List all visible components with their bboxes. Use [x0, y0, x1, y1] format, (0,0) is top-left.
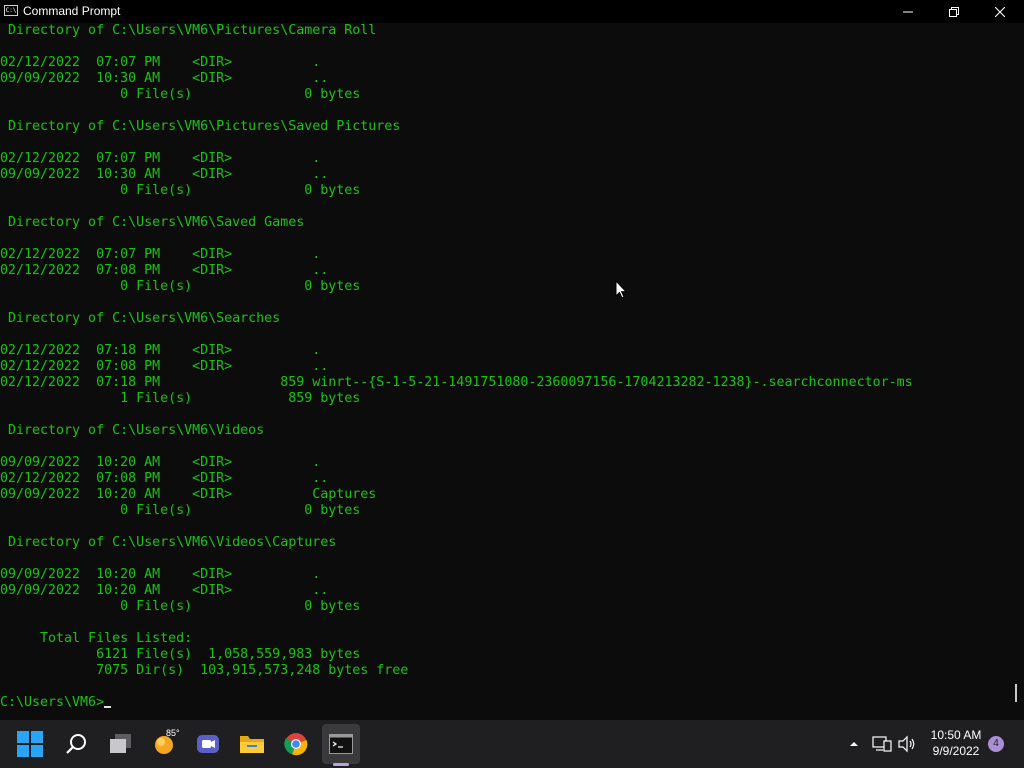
- taskbar: 85° 10:50 AM 9/9/2022: [0, 720, 1024, 768]
- video-camera-icon: [197, 735, 219, 753]
- console-line: 02/12/2022 07:08 PM <DIR> ..: [0, 263, 329, 278]
- console-line: 0 File(s) 0 bytes: [0, 183, 361, 198]
- console-line: Directory of C:\Users\VM6\Pictures\Saved…: [0, 119, 401, 134]
- folder-icon: [240, 736, 264, 753]
- console-line: Directory of C:\Users\VM6\Videos: [0, 423, 265, 438]
- windows-logo-icon: [17, 731, 43, 757]
- console-output[interactable]: Directory of C:\Users\VM6\Pictures\Camer…: [0, 23, 1004, 720]
- minimize-icon: [903, 11, 913, 12]
- show-hidden-icons-button[interactable]: [844, 734, 864, 754]
- file-explorer-button[interactable]: [236, 728, 268, 760]
- console-line: Total Files Listed:: [0, 631, 193, 646]
- task-view-icon: [110, 734, 131, 753]
- meet-now-button[interactable]: [192, 728, 224, 760]
- console-line: 0 File(s) 0 bytes: [0, 279, 361, 294]
- command-prompt-button[interactable]: [322, 724, 360, 764]
- network-button[interactable]: [872, 734, 892, 754]
- cmd-icon: C:\: [4, 5, 18, 16]
- console-line: 1 File(s) 859 bytes: [0, 391, 361, 406]
- console-line: 09/09/2022 10:30 AM <DIR> ..: [0, 167, 329, 182]
- console-line: 02/12/2022 07:18 PM <DIR> .: [0, 343, 321, 358]
- cmd-icon: [329, 734, 353, 754]
- console-line: 0 File(s) 0 bytes: [0, 503, 361, 518]
- console-line: 09/09/2022 10:20 AM <DIR> ..: [0, 583, 329, 598]
- console-line: 7075 Dir(s) 103,915,573,248 bytes free: [0, 663, 409, 678]
- start-button[interactable]: [14, 728, 46, 760]
- console-line: Directory of C:\Users\VM6\Saved Games: [0, 215, 305, 230]
- console-line: 02/12/2022 07:07 PM <DIR> .: [0, 151, 321, 166]
- console-line: 02/12/2022 07:18 PM 859 winrt--{S-1-5-21…: [0, 375, 913, 390]
- console-line: Directory of C:\Users\VM6\Videos\Capture…: [0, 535, 337, 550]
- scrollbar-thumb[interactable]: [1015, 684, 1017, 702]
- volume-button[interactable]: [897, 734, 917, 754]
- chevron-up-icon: [850, 742, 858, 746]
- console-line: 02/12/2022 07:07 PM <DIR> .: [0, 55, 321, 70]
- restore-button[interactable]: [931, 0, 977, 23]
- clock-date[interactable]: 9/9/2022: [922, 744, 990, 759]
- clock-time[interactable]: 10:50 AM: [922, 728, 990, 743]
- console-line: 09/09/2022 10:20 AM <DIR> Captures: [0, 487, 377, 502]
- active-app-indicator: [333, 763, 349, 766]
- scrollbar-track[interactable]: [1004, 23, 1024, 720]
- network-icon: [872, 736, 892, 752]
- chrome-button[interactable]: [280, 728, 312, 760]
- console-line: 09/09/2022 10:30 AM <DIR> ..: [0, 71, 329, 86]
- close-icon: [995, 6, 1005, 17]
- restore-icon: [949, 6, 959, 17]
- console-line: 09/09/2022 10:20 AM <DIR> .: [0, 455, 321, 470]
- console-line: 02/12/2022 07:08 PM <DIR> ..: [0, 471, 329, 486]
- console-line: Directory of C:\Users\VM6\Searches: [0, 311, 281, 326]
- notification-badge[interactable]: 4: [988, 736, 1004, 752]
- mouse-pointer-icon: [615, 280, 627, 299]
- volume-icon: [898, 735, 915, 753]
- console-line: 0 File(s) 0 bytes: [0, 599, 361, 614]
- prompt-text: C:\Users\VM6>: [0, 695, 105, 710]
- console-line: 09/09/2022 10:20 AM <DIR> .: [0, 567, 321, 582]
- text-cursor: [104, 706, 112, 708]
- search-button[interactable]: [60, 728, 92, 760]
- task-view-button[interactable]: [105, 728, 137, 760]
- title-bar[interactable]: C:\ Command Prompt: [0, 0, 1024, 23]
- console-line: 02/12/2022 07:07 PM <DIR> .: [0, 247, 321, 262]
- console-line: 0 File(s) 0 bytes: [0, 87, 361, 102]
- weather-temperature: 85°: [166, 728, 180, 738]
- command-prompt-line[interactable]: C:\Users\VM6>: [0, 695, 112, 711]
- console-line: 6121 File(s) 1,058,559,983 bytes: [0, 647, 361, 662]
- minimize-button[interactable]: [885, 0, 931, 23]
- console-line: Directory of C:\Users\VM6\Pictures\Camer…: [0, 23, 377, 38]
- console-line: 02/12/2022 07:08 PM <DIR> ..: [0, 359, 329, 374]
- chrome-icon: [284, 733, 308, 756]
- search-icon: [66, 734, 86, 754]
- close-button[interactable]: [977, 0, 1023, 23]
- window-title: Command Prompt: [23, 4, 121, 18]
